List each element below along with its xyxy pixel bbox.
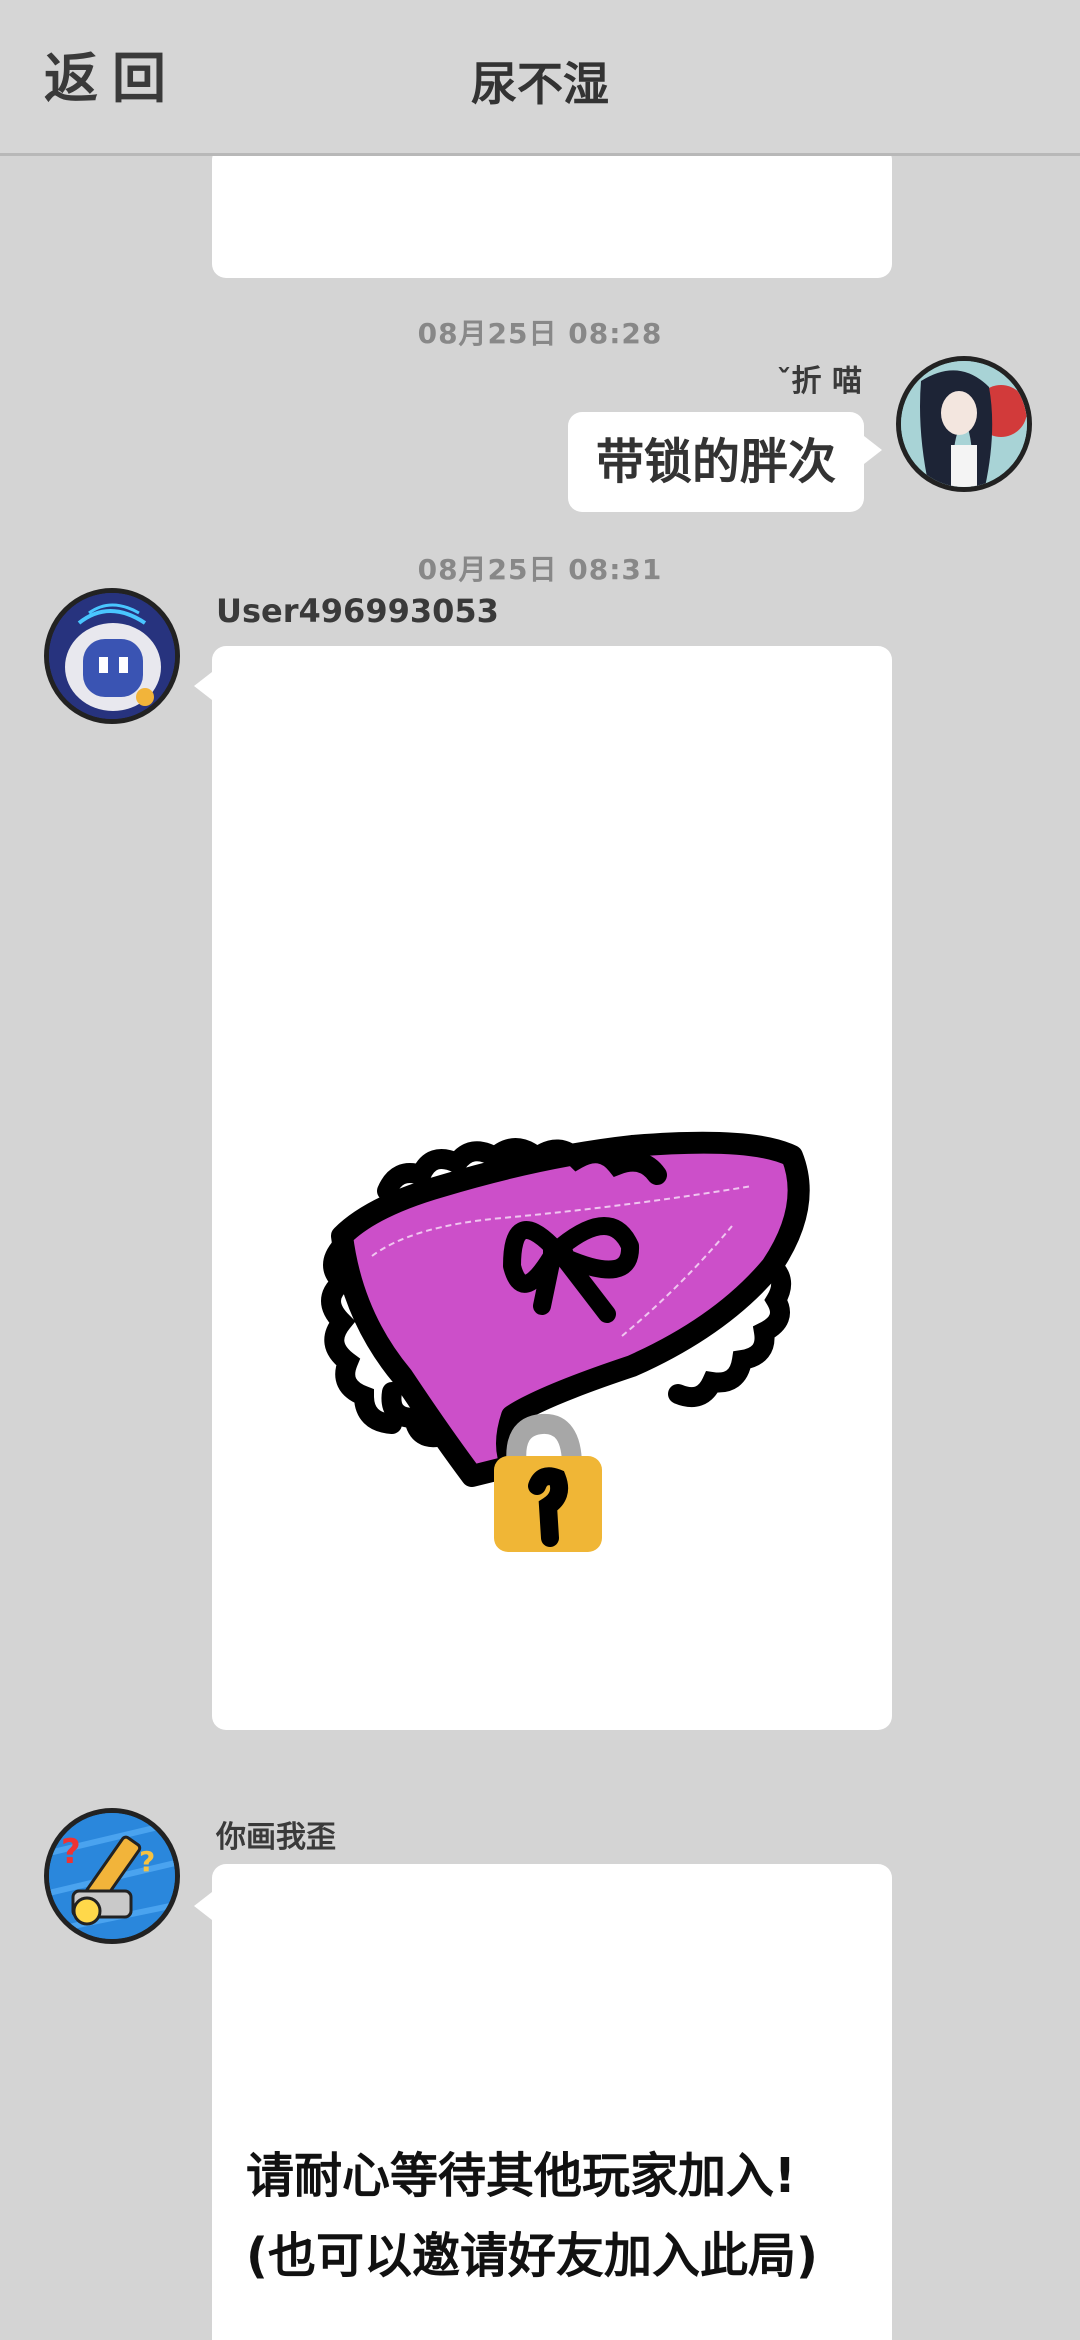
user-avatar[interactable] xyxy=(896,356,1032,492)
padlocked-panties-drawing xyxy=(321,1131,810,1552)
svg-text:?: ? xyxy=(139,1845,155,1878)
sender-name: ˇ折 喵 xyxy=(776,364,862,399)
svg-text:?: ? xyxy=(61,1832,81,1872)
drawing-card[interactable] xyxy=(212,646,892,1730)
waiting-message-line1: 请耐心等待其他玩家加入! xyxy=(246,2148,796,2204)
sender-name: User496993053 xyxy=(216,592,499,630)
top-bar: 返回 尿不湿 xyxy=(0,0,1080,156)
waiting-message-line2: (也可以邀请好友加入此局) xyxy=(246,2228,818,2284)
robot-avatar-icon xyxy=(49,593,175,719)
user-avatar[interactable] xyxy=(44,588,180,724)
bot-avatar[interactable]: ? ? xyxy=(44,1808,180,1944)
bubble-tail xyxy=(194,672,212,700)
bubble-tail xyxy=(194,1892,212,1920)
pencil-game-avatar-icon: ? ? xyxy=(49,1813,175,1939)
message-bubble[interactable]: 带锁的胖次 xyxy=(567,412,864,512)
previous-message-card xyxy=(212,156,892,278)
message-timestamp: 08月25日 08:31 xyxy=(417,553,663,586)
chat-list[interactable]: 08月25日 08:28 ˇ折 喵 带锁的胖次 08月25日 08:31 Use… xyxy=(0,156,1080,2340)
page-title: 尿不湿 xyxy=(471,57,609,111)
bubble-tail xyxy=(864,436,882,464)
sender-name: 你画我歪 xyxy=(216,1820,336,1855)
girl-avatar-icon xyxy=(901,361,1027,487)
message-timestamp: 08月25日 08:28 xyxy=(417,317,663,350)
